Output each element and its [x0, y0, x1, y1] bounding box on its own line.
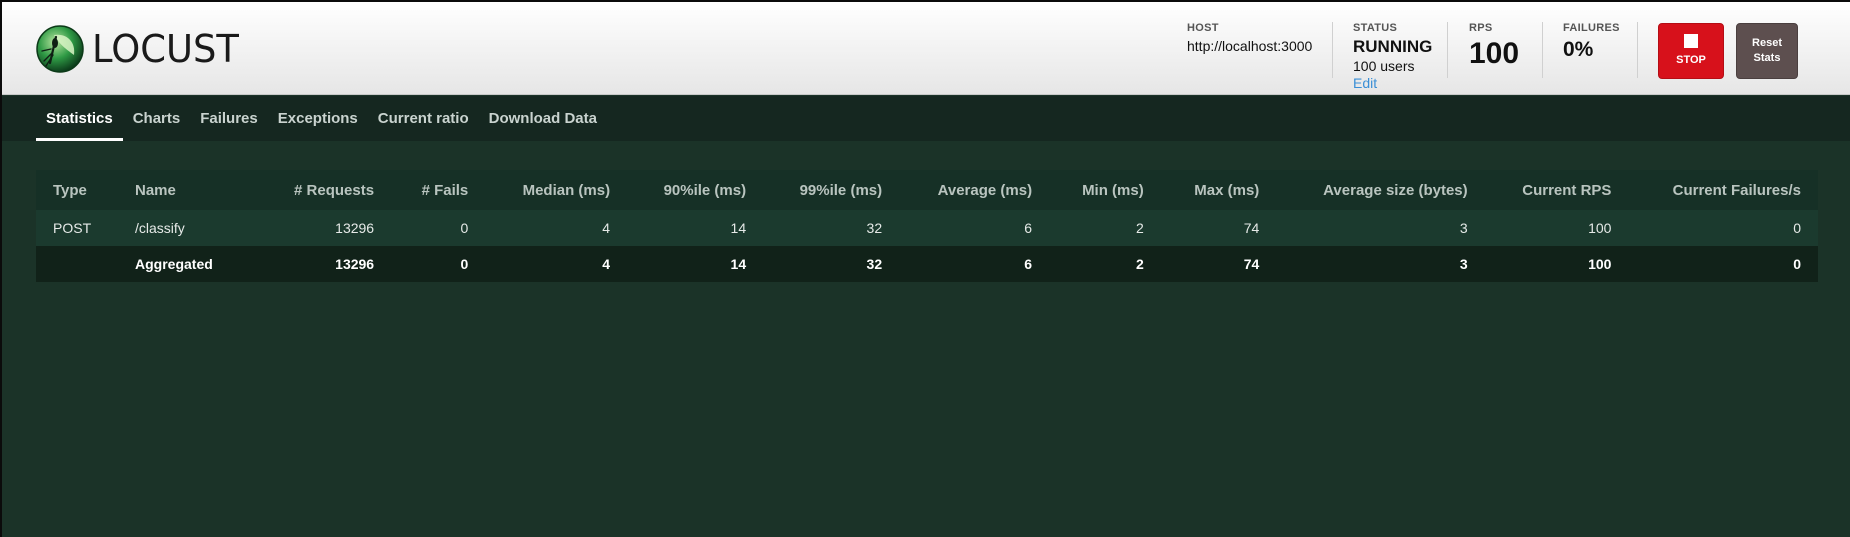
col-requests[interactable]: # Requests: [258, 170, 392, 210]
tab-exceptions[interactable]: Exceptions: [268, 96, 368, 141]
failures-stat: FAILURES 0%: [1563, 22, 1620, 62]
cell-max: 74: [1160, 210, 1277, 246]
stop-icon: [1684, 34, 1698, 48]
stats-table-container: Type Name # Requests # Fails Median (ms)…: [36, 170, 1818, 282]
host-label: HOST: [1187, 22, 1219, 34]
cell-fails: 0: [391, 210, 486, 246]
cell-median: 4: [485, 210, 628, 246]
col-name[interactable]: Name: [118, 170, 258, 210]
logo-text: LOCUST: [92, 27, 239, 71]
col-median[interactable]: Median (ms): [485, 170, 628, 210]
col-type[interactable]: Type: [36, 170, 118, 210]
cell-avg-size: 3: [1276, 246, 1485, 282]
col-max[interactable]: Max (ms): [1160, 170, 1277, 210]
header-bar: LOCUST HOST http://localhost:3000 STATUS…: [2, 2, 1850, 95]
edit-users-link[interactable]: Edit: [1353, 75, 1432, 91]
cell-99ile: 32: [763, 246, 900, 282]
host-stat: HOST http://localhost:3000: [1187, 22, 1312, 54]
cell-99ile: 32: [763, 210, 900, 246]
col-99ile[interactable]: 99%ile (ms): [763, 170, 900, 210]
divider: [1447, 22, 1448, 78]
tab-download-data[interactable]: Download Data: [479, 96, 607, 141]
rps-value: 100: [1469, 37, 1520, 70]
cell-requests: 13296: [258, 246, 392, 282]
cell-average: 6: [899, 246, 1050, 282]
logo[interactable]: LOCUST: [36, 25, 243, 73]
cell-fails: 0: [391, 246, 486, 282]
table-header-row: Type Name # Requests # Fails Median (ms)…: [36, 170, 1818, 210]
cell-name: /classify: [118, 210, 258, 246]
cell-name: Aggregated: [118, 246, 258, 282]
status-value: RUNNING: [1353, 37, 1433, 56]
status-label: STATUS: [1353, 22, 1398, 34]
col-90ile[interactable]: 90%ile (ms): [627, 170, 764, 210]
host-value: http://localhost:3000: [1187, 38, 1313, 54]
user-count: 100 users: [1353, 58, 1415, 74]
cell-average: 6: [899, 210, 1050, 246]
rps-label: RPS: [1469, 22, 1493, 34]
app-frame: LOCUST HOST http://localhost:3000 STATUS…: [0, 0, 1850, 537]
col-fails[interactable]: # Fails: [391, 170, 486, 210]
table-row: POST /classify 13296 0 4 14 32 6 2 74 3 …: [36, 210, 1818, 246]
locust-logo-icon: [36, 25, 84, 73]
cell-current-failures: 0: [1628, 210, 1818, 246]
tab-statistics[interactable]: Statistics: [36, 96, 123, 141]
divider: [1542, 22, 1543, 78]
reset-stats-button[interactable]: Reset Stats: [1736, 23, 1798, 79]
divider: [1637, 22, 1638, 78]
col-avg-size[interactable]: Average size (bytes): [1276, 170, 1485, 210]
cell-type: [36, 246, 118, 282]
tab-bar: Statistics Charts Failures Exceptions Cu…: [2, 96, 1850, 141]
cell-current-failures: 0: [1628, 246, 1818, 282]
stats-table: Type Name # Requests # Fails Median (ms)…: [36, 170, 1818, 282]
stop-button[interactable]: STOP: [1658, 23, 1724, 79]
cell-requests: 13296: [258, 210, 392, 246]
cell-90ile: 14: [627, 210, 764, 246]
rps-stat: RPS 100: [1469, 22, 1519, 71]
cell-current-rps: 100: [1484, 210, 1629, 246]
cell-avg-size: 3: [1276, 210, 1485, 246]
cell-max: 74: [1160, 246, 1277, 282]
tab-failures[interactable]: Failures: [190, 96, 268, 141]
col-average[interactable]: Average (ms): [899, 170, 1050, 210]
cell-90ile: 14: [627, 246, 764, 282]
failures-label: FAILURES: [1563, 22, 1620, 34]
cell-type: POST: [36, 210, 118, 246]
failures-value: 0%: [1563, 38, 1594, 61]
status-stat: STATUS RUNNING 100 users Edit: [1353, 22, 1432, 91]
reset-stats-label-line2: Stats: [1753, 52, 1781, 64]
cell-median: 4: [485, 246, 628, 282]
tab-current-ratio[interactable]: Current ratio: [368, 96, 479, 141]
col-min[interactable]: Min (ms): [1049, 170, 1161, 210]
cell-min: 2: [1049, 246, 1161, 282]
reset-stats-label-line1: Reset: [1752, 37, 1782, 49]
col-current-rps[interactable]: Current RPS: [1484, 170, 1629, 210]
cell-current-rps: 100: [1484, 246, 1629, 282]
divider: [1332, 22, 1333, 78]
tab-charts[interactable]: Charts: [123, 96, 191, 141]
stop-button-label: STOP: [1676, 54, 1706, 66]
col-current-failures[interactable]: Current Failures/s: [1628, 170, 1818, 210]
cell-min: 2: [1049, 210, 1161, 246]
aggregated-row: Aggregated 13296 0 4 14 32 6 2 74 3 100 …: [36, 246, 1818, 282]
